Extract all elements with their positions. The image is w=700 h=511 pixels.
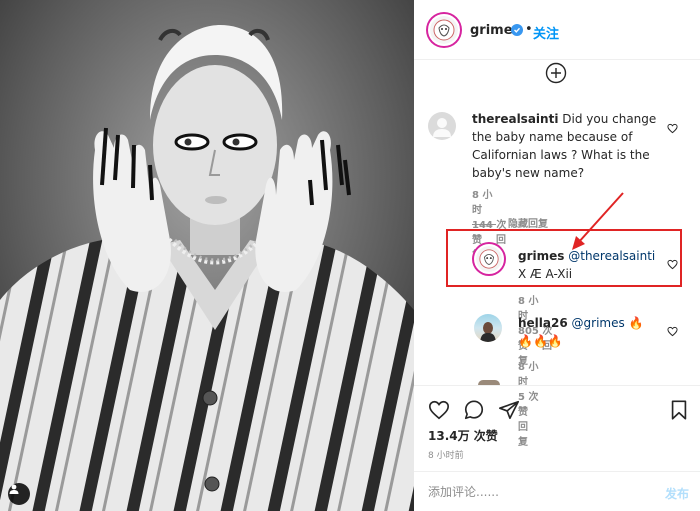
reply-text: grimes @therealsainti X Æ A-Xii xyxy=(518,247,658,283)
comment-icon[interactable] xyxy=(463,399,485,421)
avatar[interactable] xyxy=(428,112,456,140)
mention-link[interactable]: @grimes xyxy=(572,316,625,330)
mention-link[interactable]: @therealsainti xyxy=(568,249,655,263)
bookmark-icon[interactable] xyxy=(668,399,690,421)
follow-button[interactable]: 关注 xyxy=(533,23,559,42)
post-comment-button[interactable]: 发布 xyxy=(665,485,689,502)
avatar[interactable] xyxy=(428,14,460,46)
likes-count[interactable]: 13.4万 次赞 xyxy=(428,427,498,444)
heart-icon[interactable] xyxy=(667,119,678,134)
reply-text: hella26 @grimes 🔥🔥🔥🔥 xyxy=(518,314,658,350)
comment-time[interactable]: 8 小时 xyxy=(472,190,492,216)
comment-composer: 发布 xyxy=(414,471,700,511)
post-header: grimes • 关注 xyxy=(414,0,700,60)
hide-replies-button[interactable]: 隐藏回复 xyxy=(472,215,548,230)
reply-username[interactable]: grimes xyxy=(518,249,564,263)
post-timestamp[interactable]: 8 小时前 xyxy=(428,448,464,461)
divider xyxy=(472,223,496,225)
avatar[interactable] xyxy=(474,244,504,274)
heart-icon[interactable] xyxy=(667,255,678,270)
verified-badge-icon xyxy=(511,24,523,36)
photo-illustration xyxy=(0,0,414,511)
heart-icon[interactable] xyxy=(667,322,678,337)
add-circle-icon[interactable] xyxy=(545,62,567,84)
tag-user-icon[interactable] xyxy=(8,483,30,505)
post-side-panel: grimes • 关注 therealsainti Did you change… xyxy=(414,0,700,511)
heart-icon[interactable] xyxy=(428,399,450,421)
share-icon[interactable] xyxy=(498,399,520,421)
comment-input[interactable] xyxy=(428,484,628,500)
comment-username[interactable]: therealsainti xyxy=(472,112,558,126)
comment-text: therealsainti Did you change the baby na… xyxy=(472,110,662,182)
avatar[interactable] xyxy=(474,314,502,342)
post-photo[interactable] xyxy=(0,0,414,511)
reply-body: X Æ A-Xii xyxy=(518,267,573,281)
reply-username[interactable]: hella26 xyxy=(518,316,568,330)
separator-dot: • xyxy=(525,22,533,37)
